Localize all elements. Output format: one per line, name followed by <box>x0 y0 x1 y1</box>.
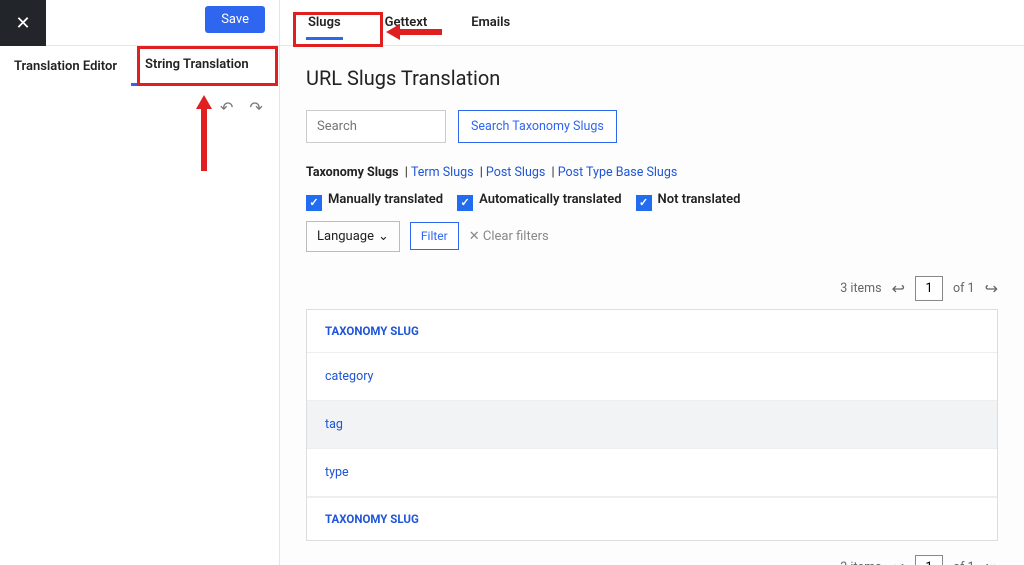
close-button[interactable]: ✕ <box>0 0 46 46</box>
page-next-icon[interactable]: ↪ <box>985 279 998 298</box>
taxonomy-table: TAXONOMY SLUG category tag type TAXONOMY… <box>306 309 998 541</box>
language-select[interactable]: Language ⌄ <box>306 221 400 252</box>
redo-icon[interactable]: ↷ <box>249 98 262 117</box>
table-row[interactable]: category <box>307 353 997 401</box>
search-input[interactable] <box>306 110 446 143</box>
check-not-translated[interactable]: ✓Not translated <box>636 192 741 211</box>
tab-string-translation[interactable]: String Translation <box>131 46 263 86</box>
slug-type-post-base[interactable]: Post Type Base Slugs <box>558 165 678 180</box>
chevron-down-icon: ⌄ <box>378 229 389 244</box>
close-icon: ✕ <box>15 13 30 34</box>
table-row[interactable]: type <box>307 449 997 497</box>
items-count: 3 items <box>840 281 881 296</box>
checkbox-icon: ✓ <box>306 195 322 211</box>
page-of-label: of 1 <box>953 560 975 565</box>
table-header: TAXONOMY SLUG <box>307 310 997 353</box>
page-next-icon[interactable]: ↪ <box>985 558 998 565</box>
subtab-gettext[interactable]: Gettext <box>383 11 430 34</box>
items-count: 3 items <box>840 560 881 565</box>
page-prev-icon[interactable]: ↩ <box>892 279 905 298</box>
slug-type-current: Taxonomy Slugs <box>306 165 399 180</box>
clear-filters[interactable]: ✕ Clear filters <box>469 229 549 244</box>
page-of-label: of 1 <box>953 281 975 296</box>
check-manually-translated[interactable]: ✓Manually translated <box>306 192 443 211</box>
page-title: URL Slugs Translation <box>306 66 998 90</box>
search-taxonomy-button[interactable]: Search Taxonomy Slugs <box>458 110 617 143</box>
close-icon: ✕ <box>469 229 480 244</box>
save-button[interactable]: Save <box>205 6 265 33</box>
checkbox-icon: ✓ <box>636 195 652 211</box>
table-row[interactable]: tag <box>307 401 997 449</box>
subtab-slugs[interactable]: Slugs <box>306 11 343 34</box>
page-prev-icon[interactable]: ↩ <box>892 558 905 565</box>
table-footer: TAXONOMY SLUG <box>307 497 997 540</box>
check-automatically-translated[interactable]: ✓Automatically translated <box>457 192 621 211</box>
page-input[interactable] <box>915 555 943 565</box>
pager-top: 3 items ↩ of 1 ↪ <box>306 276 998 301</box>
page-input[interactable] <box>915 276 943 301</box>
pager-bottom: 3 items ↩ of 1 ↪ <box>306 555 998 565</box>
slug-type-nav: Taxonomy Slugs | Term Slugs | Post Slugs… <box>306 165 998 180</box>
slug-type-term[interactable]: Term Slugs <box>411 165 474 180</box>
checkbox-icon: ✓ <box>457 195 473 211</box>
subtab-emails[interactable]: Emails <box>469 11 512 34</box>
tab-translation-editor[interactable]: Translation Editor <box>0 46 131 86</box>
slug-type-post[interactable]: Post Slugs <box>486 165 545 180</box>
filter-button[interactable]: Filter <box>410 222 459 250</box>
undo-icon[interactable]: ↶ <box>220 98 233 117</box>
